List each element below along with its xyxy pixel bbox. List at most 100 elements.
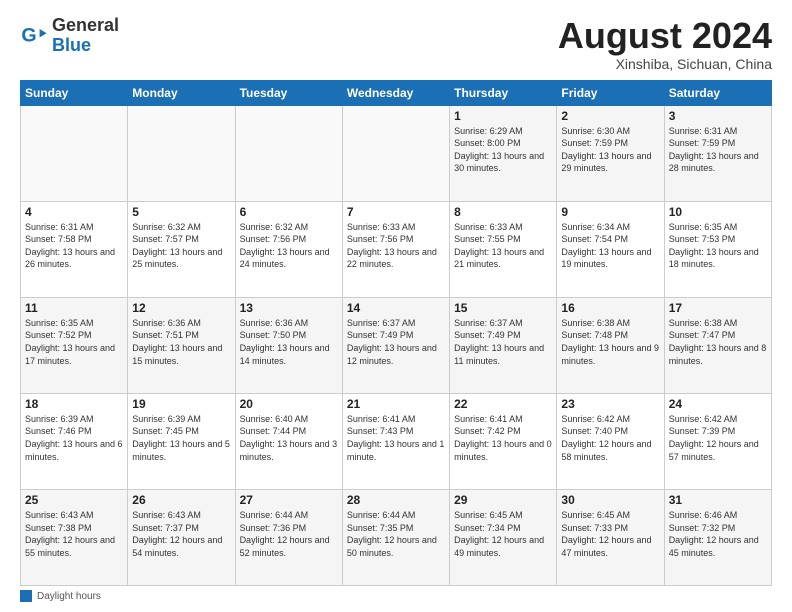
day-number: 10	[669, 205, 767, 219]
day-detail: Sunrise: 6:35 AM Sunset: 7:53 PM Dayligh…	[669, 221, 767, 271]
day-cell: 9Sunrise: 6:34 AM Sunset: 7:54 PM Daylig…	[557, 201, 664, 297]
day-cell	[128, 105, 235, 201]
day-number: 20	[240, 397, 338, 411]
day-cell: 4 Sunrise: 6:31 AM Sunset: 7:58 PM Daylig…	[21, 201, 128, 297]
day-number: 17	[669, 301, 767, 315]
day-cell	[342, 105, 449, 201]
svg-text:G: G	[21, 24, 36, 46]
subtitle: Xinshiba, Sichuan, China	[558, 56, 772, 72]
day-detail: Sunrise: 6:35 AM Sunset: 7:52 PM Dayligh…	[25, 317, 123, 367]
day-detail: Sunrise: 6:42 AM Sunset: 7:39 PM Dayligh…	[669, 413, 767, 463]
day-cell: 29Sunrise: 6:45 AM Sunset: 7:34 PM Dayli…	[450, 489, 557, 585]
day-number: 23	[561, 397, 659, 411]
day-cell: 7 Sunrise: 6:33 AM Sunset: 7:56 PM Daylig…	[342, 201, 449, 297]
day-number: 11	[25, 301, 123, 315]
day-detail: Sunrise: 6:41 AM Sunset: 7:42 PM Dayligh…	[454, 413, 552, 463]
day-number: 5	[132, 205, 230, 219]
day-cell: 8 Sunrise: 6:33 AM Sunset: 7:55 PM Daylig…	[450, 201, 557, 297]
day-cell: 19 Sunrise: 6:39 AM Sunset: 7:45 PM Dayli…	[128, 393, 235, 489]
day-detail: Sunrise: 6:33 AM Sunset: 7:55 PM Dayligh…	[454, 221, 552, 271]
day-cell: 31 Sunrise: 6:46 AM Sunset: 7:32 PM Dayli…	[664, 489, 771, 585]
day-number: 13	[240, 301, 338, 315]
day-detail: Sunrise: 6:42 AM Sunset: 7:40 PM Dayligh…	[561, 413, 659, 463]
title-block: August 2024 Xinshiba, Sichuan, China	[558, 16, 772, 72]
day-detail: Sunrise: 6:44 AM Sunset: 7:36 PM Dayligh…	[240, 509, 338, 559]
day-detail: Sunrise: 6:44 AM Sunset: 7:35 PM Dayligh…	[347, 509, 445, 559]
day-cell: 18 Sunrise: 6:39 AM Sunset: 7:46 PM Dayli…	[21, 393, 128, 489]
day-detail: Sunrise: 6:39 AM Sunset: 7:45 PM Dayligh…	[132, 413, 230, 463]
logo: G General Blue	[20, 16, 119, 56]
day-cell: 16Sunrise: 6:38 AM Sunset: 7:48 PM Dayli…	[557, 297, 664, 393]
day-detail: Sunrise: 6:33 AM Sunset: 7:56 PM Dayligh…	[347, 221, 445, 271]
day-cell	[235, 105, 342, 201]
day-number: 9	[561, 205, 659, 219]
day-cell: 21Sunrise: 6:41 AM Sunset: 7:43 PM Dayli…	[342, 393, 449, 489]
week-row-4: 18 Sunrise: 6:39 AM Sunset: 7:46 PM Dayli…	[21, 393, 772, 489]
day-cell: 24 Sunrise: 6:42 AM Sunset: 7:39 PM Dayli…	[664, 393, 771, 489]
header-cell-monday: Monday	[128, 80, 235, 105]
day-detail: Sunrise: 6:31 AM Sunset: 7:59 PM Dayligh…	[669, 125, 767, 175]
day-number: 6	[240, 205, 338, 219]
day-cell: 20 Sunrise: 6:40 AM Sunset: 7:44 PM Dayli…	[235, 393, 342, 489]
header-cell-saturday: Saturday	[664, 80, 771, 105]
day-number: 22	[454, 397, 552, 411]
week-row-3: 11 Sunrise: 6:35 AM Sunset: 7:52 PM Dayli…	[21, 297, 772, 393]
legend-color-box	[20, 590, 32, 602]
day-detail: Sunrise: 6:31 AM Sunset: 7:58 PM Dayligh…	[25, 221, 123, 271]
day-detail: Sunrise: 6:40 AM Sunset: 7:44 PM Dayligh…	[240, 413, 338, 463]
day-detail: Sunrise: 6:38 AM Sunset: 7:47 PM Dayligh…	[669, 317, 767, 367]
footer: Daylight hours	[20, 590, 772, 602]
logo-icon: G	[20, 22, 48, 50]
day-number: 29	[454, 493, 552, 507]
day-detail: Sunrise: 6:45 AM Sunset: 7:33 PM Dayligh…	[561, 509, 659, 559]
header-cell-thursday: Thursday	[450, 80, 557, 105]
header: G General Blue August 2024 Xinshiba, Sic…	[20, 16, 772, 72]
week-row-5: 25Sunrise: 6:43 AM Sunset: 7:38 PM Dayli…	[21, 489, 772, 585]
day-cell: 25Sunrise: 6:43 AM Sunset: 7:38 PM Dayli…	[21, 489, 128, 585]
logo-line1: General	[52, 16, 119, 36]
day-cell: 14Sunrise: 6:37 AM Sunset: 7:49 PM Dayli…	[342, 297, 449, 393]
header-cell-tuesday: Tuesday	[235, 80, 342, 105]
header-row: SundayMondayTuesdayWednesdayThursdayFrid…	[21, 80, 772, 105]
day-number: 4	[25, 205, 123, 219]
day-cell: 1Sunrise: 6:29 AM Sunset: 8:00 PM Daylig…	[450, 105, 557, 201]
day-cell: 15Sunrise: 6:37 AM Sunset: 7:49 PM Dayli…	[450, 297, 557, 393]
day-number: 24	[669, 397, 767, 411]
week-row-1: 1Sunrise: 6:29 AM Sunset: 8:00 PM Daylig…	[21, 105, 772, 201]
day-number: 18	[25, 397, 123, 411]
calendar-table: SundayMondayTuesdayWednesdayThursdayFrid…	[20, 80, 772, 586]
day-number: 15	[454, 301, 552, 315]
day-number: 19	[132, 397, 230, 411]
day-cell: 30 Sunrise: 6:45 AM Sunset: 7:33 PM Dayli…	[557, 489, 664, 585]
day-cell: 28Sunrise: 6:44 AM Sunset: 7:35 PM Dayli…	[342, 489, 449, 585]
day-number: 27	[240, 493, 338, 507]
day-number: 31	[669, 493, 767, 507]
day-detail: Sunrise: 6:36 AM Sunset: 7:51 PM Dayligh…	[132, 317, 230, 367]
logo-line2: Blue	[52, 36, 119, 56]
legend-label: Daylight hours	[37, 591, 101, 602]
day-number: 30	[561, 493, 659, 507]
day-cell: 6Sunrise: 6:32 AM Sunset: 7:56 PM Daylig…	[235, 201, 342, 297]
day-number: 16	[561, 301, 659, 315]
day-number: 2	[561, 109, 659, 123]
header-cell-sunday: Sunday	[21, 80, 128, 105]
day-number: 26	[132, 493, 230, 507]
page: G General Blue August 2024 Xinshiba, Sic…	[0, 0, 792, 612]
day-detail: Sunrise: 6:29 AM Sunset: 8:00 PM Dayligh…	[454, 125, 552, 175]
calendar-body: 1Sunrise: 6:29 AM Sunset: 8:00 PM Daylig…	[21, 105, 772, 585]
calendar-header: SundayMondayTuesdayWednesdayThursdayFrid…	[21, 80, 772, 105]
day-cell: 23 Sunrise: 6:42 AM Sunset: 7:40 PM Dayli…	[557, 393, 664, 489]
day-detail: Sunrise: 6:32 AM Sunset: 7:57 PM Dayligh…	[132, 221, 230, 271]
day-number: 3	[669, 109, 767, 123]
day-number: 25	[25, 493, 123, 507]
main-title: August 2024	[558, 16, 772, 56]
day-number: 8	[454, 205, 552, 219]
day-detail: Sunrise: 6:46 AM Sunset: 7:32 PM Dayligh…	[669, 509, 767, 559]
day-cell: 10 Sunrise: 6:35 AM Sunset: 7:53 PM Dayli…	[664, 201, 771, 297]
day-detail: Sunrise: 6:39 AM Sunset: 7:46 PM Dayligh…	[25, 413, 123, 463]
day-cell: 11 Sunrise: 6:35 AM Sunset: 7:52 PM Dayli…	[21, 297, 128, 393]
day-cell: 5 Sunrise: 6:32 AM Sunset: 7:57 PM Daylig…	[128, 201, 235, 297]
day-number: 7	[347, 205, 445, 219]
day-cell: 2Sunrise: 6:30 AM Sunset: 7:59 PM Daylig…	[557, 105, 664, 201]
day-number: 12	[132, 301, 230, 315]
